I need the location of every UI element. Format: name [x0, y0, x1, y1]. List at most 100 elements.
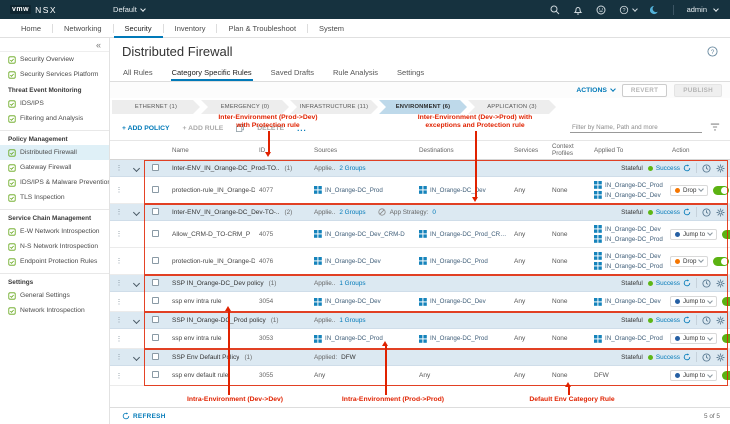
- refresh-status-icon[interactable]: [683, 208, 691, 216]
- applied-groups-link[interactable]: 2 Groups: [339, 209, 365, 216]
- tab-settings[interactable]: Settings: [396, 68, 425, 81]
- sidebar-item-n-s-network-introspection[interactable]: N-S Network Introspection: [0, 239, 109, 254]
- expand-chevron-icon[interactable]: [128, 166, 148, 171]
- rule-checkbox[interactable]: [148, 371, 168, 380]
- rule-enabled-toggle[interactable]: [713, 186, 729, 195]
- rule-checkbox[interactable]: [148, 297, 168, 306]
- drag-handle-icon[interactable]: ⋮: [110, 335, 128, 343]
- drag-handle-icon[interactable]: ⋮: [110, 186, 128, 194]
- checkbox[interactable]: [152, 334, 159, 341]
- notifications-icon[interactable]: [573, 5, 583, 15]
- sidebar-item-filtering-and-analysis[interactable]: Filtering and Analysis: [0, 111, 109, 126]
- rule-enabled-toggle[interactable]: [722, 230, 730, 239]
- policy-settings-icon[interactable]: [716, 353, 725, 362]
- more-actions-button[interactable]: ...: [297, 124, 307, 133]
- nav-item-security[interactable]: Security: [114, 19, 163, 38]
- sidebar-item-security-overview[interactable]: Security Overview: [0, 52, 109, 67]
- policy-checkbox[interactable]: [148, 353, 168, 362]
- policy-status[interactable]: Success: [648, 279, 691, 287]
- checkbox[interactable]: [152, 353, 159, 360]
- feedback-icon[interactable]: [596, 5, 606, 15]
- sidebar-item-ids-ips-malware-prevention[interactable]: IDS/IPS & Malware Prevention: [0, 175, 109, 190]
- category-environment-6[interactable]: ENVIRONMENT (6): [379, 100, 467, 114]
- rule-checkbox[interactable]: [148, 230, 168, 239]
- expand-chevron-icon[interactable]: [128, 210, 148, 215]
- policy-status[interactable]: Success: [648, 164, 691, 172]
- policy-checkbox[interactable]: [148, 164, 168, 173]
- refresh-status-icon[interactable]: [683, 316, 691, 324]
- checkbox[interactable]: [152, 371, 159, 378]
- nav-item-networking[interactable]: Networking: [53, 19, 113, 38]
- drag-handle-icon[interactable]: ⋮: [110, 298, 128, 306]
- tab-saved-drafts[interactable]: Saved Drafts: [270, 68, 315, 81]
- refresh-status-icon[interactable]: [683, 279, 691, 287]
- policy-stats-icon[interactable]: [702, 316, 711, 325]
- checkbox[interactable]: [152, 230, 159, 237]
- app-strategy-value[interactable]: 0: [432, 209, 436, 216]
- applied-groups-link[interactable]: 1 Groups: [339, 280, 365, 287]
- rule-enabled-toggle[interactable]: [722, 371, 730, 380]
- expand-chevron-icon[interactable]: [128, 281, 148, 286]
- applied-groups-link[interactable]: 1 Groups: [339, 317, 365, 324]
- policy-settings-icon[interactable]: [716, 279, 725, 288]
- action-select[interactable]: Jump to: [670, 333, 717, 344]
- revert-button[interactable]: REVERT: [622, 84, 667, 97]
- checkbox[interactable]: [152, 186, 159, 193]
- nav-item-home[interactable]: Home: [10, 19, 52, 38]
- rule-checkbox[interactable]: [148, 186, 168, 195]
- add-policy-button[interactable]: + ADD POLICY: [122, 125, 170, 132]
- refresh-button[interactable]: REFRESH: [122, 412, 166, 420]
- expand-chevron-icon[interactable]: [128, 318, 148, 323]
- policy-stats-icon[interactable]: [702, 208, 711, 217]
- dark-mode-icon[interactable]: [650, 5, 660, 15]
- checkbox[interactable]: [152, 316, 159, 323]
- sidebar-item-network-introspection[interactable]: Network Introspection: [0, 303, 109, 318]
- expand-chevron-icon[interactable]: [128, 355, 148, 360]
- page-help-icon[interactable]: ?: [707, 46, 718, 57]
- category-emergency-0[interactable]: EMERGENCY (0): [201, 100, 289, 114]
- action-select[interactable]: Jump to: [670, 296, 717, 307]
- policy-stats-icon[interactable]: [702, 164, 711, 173]
- checkbox[interactable]: [152, 164, 159, 171]
- tab-rule-analysis[interactable]: Rule Analysis: [332, 68, 379, 81]
- policy-settings-icon[interactable]: [716, 208, 725, 217]
- drag-handle-icon[interactable]: ⋮: [110, 230, 128, 238]
- action-select[interactable]: Jump to: [670, 229, 717, 240]
- search-icon[interactable]: [550, 5, 560, 15]
- policy-checkbox[interactable]: [148, 279, 168, 288]
- tab-category-specific-rules[interactable]: Category Specific Rules: [171, 68, 253, 81]
- sidebar-item-gateway-firewall[interactable]: Gateway Firewall: [0, 160, 109, 175]
- nav-item-system[interactable]: System: [308, 19, 355, 38]
- user-menu[interactable]: admin: [687, 5, 720, 14]
- drag-handle-icon[interactable]: ⋮: [110, 208, 128, 216]
- category-infrastructure-11[interactable]: INFRASTRUCTURE (11): [290, 100, 378, 114]
- policy-stats-icon[interactable]: [702, 353, 711, 362]
- refresh-status-icon[interactable]: [683, 164, 691, 172]
- action-select[interactable]: Jump to: [670, 370, 717, 381]
- category-application-3[interactable]: APPLICATION (3): [468, 100, 556, 114]
- applied-groups-link[interactable]: 2 Groups: [339, 165, 365, 172]
- publish-button[interactable]: PUBLISH: [674, 84, 722, 97]
- sidebar-item-ids-ips[interactable]: IDS/IPS: [0, 96, 109, 111]
- sidebar-item-security-services-platform[interactable]: Security Services Platform: [0, 67, 109, 82]
- rule-checkbox[interactable]: [148, 334, 168, 343]
- drag-handle-icon[interactable]: ⋮: [110, 257, 128, 265]
- filter-input[interactable]: [570, 123, 702, 133]
- sidebar-item-endpoint-protection-rules[interactable]: Endpoint Protection Rules: [0, 254, 109, 269]
- delete-button[interactable]: DELETE: [257, 125, 284, 132]
- checkbox[interactable]: [152, 208, 159, 215]
- add-rule-button[interactable]: + ADD RULE: [183, 125, 224, 132]
- policy-status[interactable]: Success: [648, 353, 691, 361]
- nav-item-inventory[interactable]: Inventory: [164, 19, 217, 38]
- policy-checkbox[interactable]: [148, 316, 168, 325]
- org-switcher[interactable]: Default: [113, 5, 145, 14]
- policy-status[interactable]: Success: [648, 208, 691, 216]
- rule-enabled-toggle[interactable]: [722, 334, 730, 343]
- help-icon[interactable]: ?: [619, 5, 637, 15]
- checkbox[interactable]: [152, 279, 159, 286]
- actions-menu[interactable]: ACTIONS: [576, 87, 615, 94]
- sidebar-item-tls-inspection[interactable]: TLS Inspection: [0, 190, 109, 205]
- clone-icon[interactable]: [236, 124, 244, 132]
- drag-handle-icon[interactable]: ⋮: [110, 279, 128, 287]
- category-ethernet-1[interactable]: ETHERNET (1): [112, 100, 200, 114]
